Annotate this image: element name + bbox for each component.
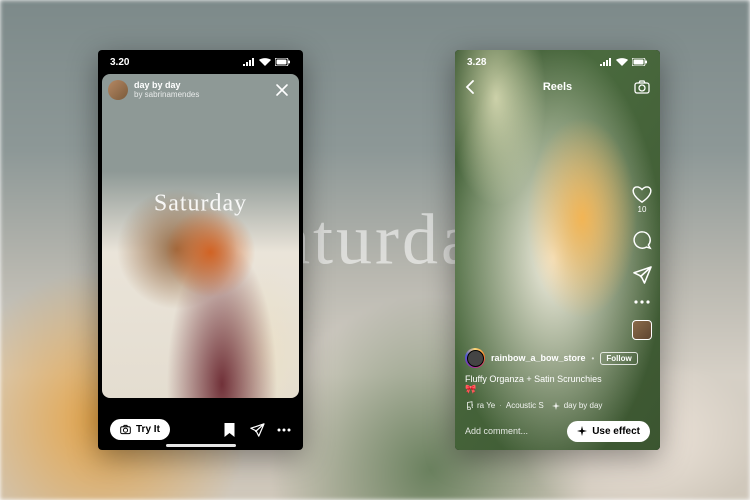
like-count: 10 <box>638 205 647 214</box>
audio-artist: ra Ye <box>477 401 495 410</box>
status-bar: 3.28 <box>455 50 660 74</box>
follow-button[interactable]: Follow <box>600 352 637 365</box>
try-it-button[interactable]: Try It <box>110 419 170 440</box>
reels-bottom-bar: Add comment... Use effect <box>455 420 660 442</box>
close-button[interactable] <box>271 81 293 99</box>
camera-button[interactable] <box>634 80 650 94</box>
use-effect-button[interactable]: Use effect <box>567 421 650 442</box>
audio-effect: day by day <box>564 401 603 410</box>
battery-icon <box>632 58 648 66</box>
status-icons <box>600 58 648 66</box>
chevron-left-icon <box>465 80 475 94</box>
audio-thumbnail[interactable] <box>632 320 652 340</box>
reels-topbar: Reels <box>455 74 660 100</box>
signal-icon <box>600 58 612 66</box>
wifi-icon <box>259 58 271 66</box>
battery-icon <box>275 58 291 66</box>
reels-caption[interactable]: Fluffy Organza + Satin Scrunchies 🎀 <box>465 374 606 395</box>
status-icons <box>243 58 291 66</box>
share-button[interactable] <box>632 266 652 284</box>
home-indicator[interactable] <box>166 444 236 447</box>
more-icon <box>277 428 291 432</box>
audio-attribution[interactable]: ra Ye · Acoustic S day by day <box>465 401 606 410</box>
story-overlay-text: Saturday <box>154 190 247 217</box>
sparkle-icon <box>552 402 560 410</box>
more-button[interactable] <box>277 428 291 432</box>
bookmark-icon <box>222 422 237 438</box>
status-time: 3.28 <box>467 57 486 68</box>
reels-meta: rainbow_a_bow_store • Follow Fluffy Orga… <box>465 348 606 410</box>
reels-action-rail: 10 <box>632 185 652 340</box>
more-icon <box>634 300 650 304</box>
comment-icon <box>632 230 652 250</box>
heart-icon <box>632 185 652 203</box>
back-button[interactable] <box>465 80 475 94</box>
track-info[interactable]: day by day by sabrinamendes <box>134 81 265 100</box>
sparkle-icon <box>577 426 587 436</box>
phone-reels: 3.28 Reels 10 <box>455 50 660 450</box>
share-icon <box>249 423 265 437</box>
signal-icon <box>243 58 255 66</box>
audio-album: Acoustic S <box>506 401 544 410</box>
reels-title: Reels <box>543 81 572 93</box>
comment-input[interactable]: Add comment... <box>465 420 559 442</box>
bookmark-button[interactable] <box>222 422 237 438</box>
share-icon <box>632 266 652 284</box>
story-media[interactable]: Saturday <box>102 74 299 398</box>
story-action-bar: Try It <box>98 419 303 440</box>
comment-button[interactable] <box>632 230 652 250</box>
use-effect-label: Use effect <box>592 426 640 437</box>
wifi-icon <box>616 58 628 66</box>
more-button[interactable] <box>634 300 650 304</box>
share-button[interactable] <box>249 423 265 437</box>
track-artist: by sabrinamendes <box>134 91 265 100</box>
try-it-label: Try It <box>136 424 160 435</box>
like-button[interactable]: 10 <box>632 185 652 214</box>
story-header: day by day by sabrinamendes <box>108 80 293 100</box>
user-avatar[interactable] <box>465 348 485 368</box>
status-bar: 3.20 <box>98 50 303 74</box>
camera-icon <box>634 80 650 94</box>
music-note-icon <box>465 401 473 410</box>
phone-story: 3.20 Saturday day by day by sabrinamende… <box>98 50 303 450</box>
track-artwork[interactable] <box>108 80 128 100</box>
username[interactable]: rainbow_a_bow_store <box>491 353 586 363</box>
close-icon <box>275 83 289 97</box>
camera-icon <box>120 424 131 435</box>
status-time: 3.20 <box>110 57 129 68</box>
